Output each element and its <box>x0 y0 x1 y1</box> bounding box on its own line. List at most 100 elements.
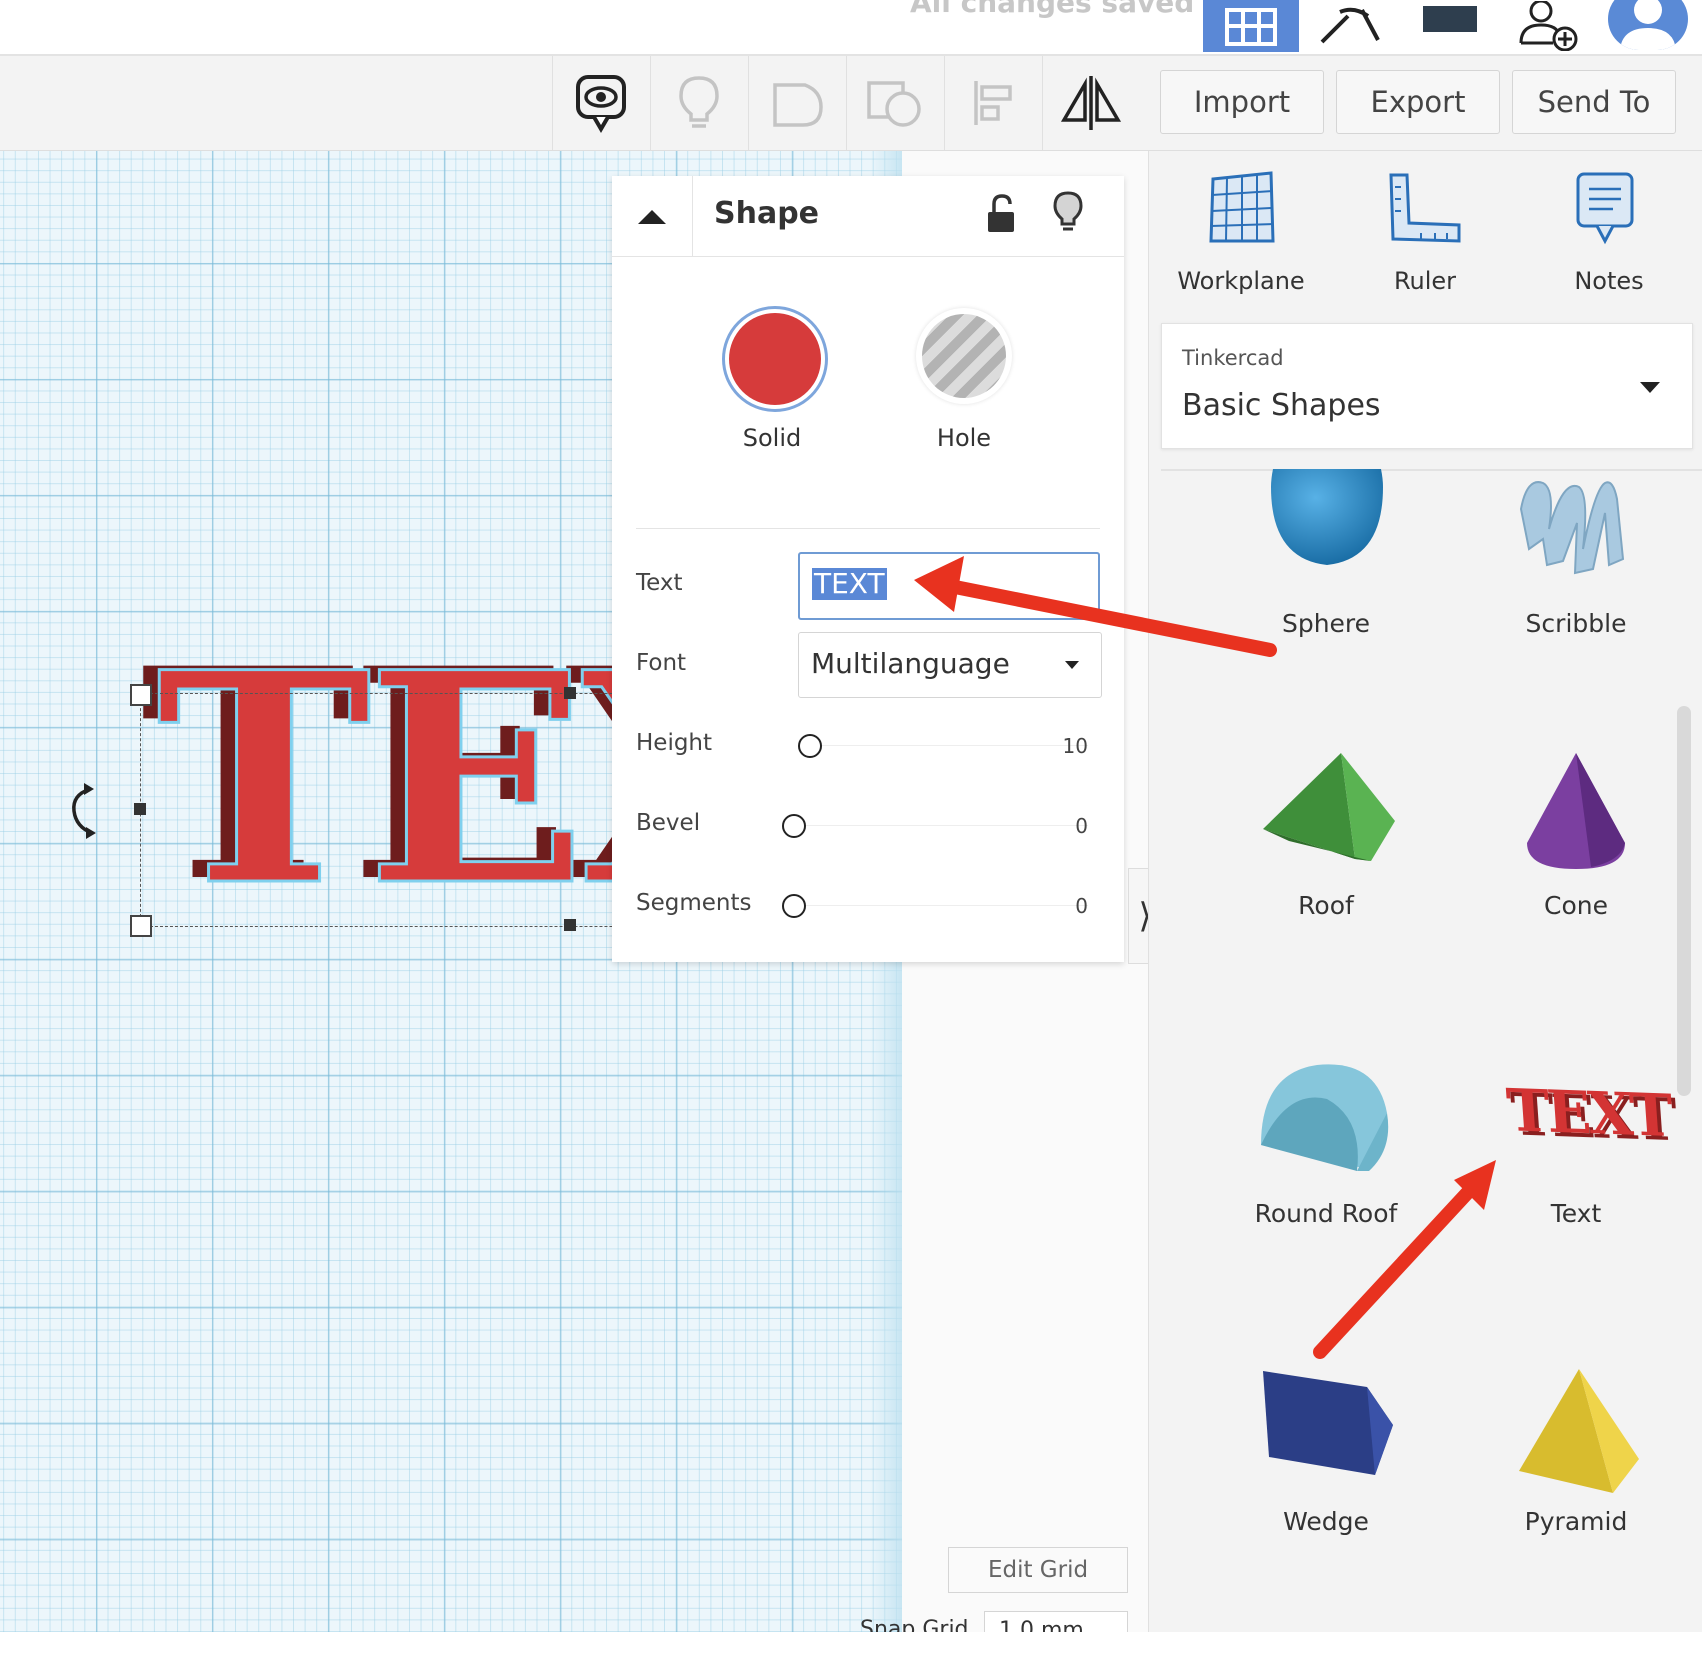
caret-down-icon <box>1065 661 1079 669</box>
shape-roof[interactable]: Roof <box>1201 751 1451 1051</box>
notes-visibility-button[interactable] <box>552 56 649 150</box>
shape-library-select[interactable]: Tinkercad Basic Shapes <box>1161 323 1693 449</box>
hole-swatch-button[interactable] <box>916 308 1012 404</box>
notes-tool[interactable]: Notes <box>1519 171 1699 301</box>
cone-label: Cone <box>1544 891 1608 920</box>
import-button[interactable]: Import <box>1160 70 1324 134</box>
shape-pyramid[interactable]: Pyramid <box>1451 1367 1701 1667</box>
bevel-slider-track[interactable] <box>792 825 1088 826</box>
shapes-scrollbar[interactable] <box>1677 706 1691 1096</box>
mirror-button[interactable] <box>1042 56 1139 150</box>
shape-wedge[interactable]: Wedge <box>1201 1367 1451 1667</box>
resize-handle-top-mid[interactable] <box>564 687 576 699</box>
collapse-panel-button[interactable] <box>612 176 693 256</box>
3d-view-button[interactable] <box>1203 0 1299 52</box>
height-value: 10 <box>1062 734 1088 758</box>
sphere-label: Sphere <box>1281 609 1371 638</box>
ruler-tool[interactable]: Ruler <box>1335 171 1515 301</box>
send-to-button[interactable]: Send To <box>1512 70 1676 134</box>
shape-scribble[interactable]: Scribble <box>1451 469 1701 769</box>
library-category: Tinkercad <box>1182 346 1284 370</box>
segments-slider-track[interactable] <box>792 905 1088 906</box>
bricks-button[interactable] <box>1402 0 1498 52</box>
lock-icon[interactable] <box>986 194 1016 234</box>
snap-grid-value: 1.0 mm <box>999 1618 1084 1632</box>
note-icon <box>1576 172 1634 245</box>
font-select[interactable]: Multilanguage <box>798 632 1102 698</box>
save-status: All changes saved <box>910 0 1195 19</box>
round-roof-label: Round Roof <box>1254 1199 1398 1228</box>
shape-cone[interactable]: Cone <box>1451 751 1701 1051</box>
text-property-label: Text <box>636 570 683 596</box>
edit-grid-button[interactable]: Edit Grid <box>948 1547 1128 1593</box>
shape-sphere[interactable]: Sphere <box>1201 469 1451 769</box>
shape-text[interactable]: TEXT TEXT Text <box>1451 1059 1701 1359</box>
add-user-icon <box>1519 1 1578 51</box>
invite-user-button[interactable] <box>1500 0 1596 52</box>
font-select-value: Multilanguage <box>811 647 1010 680</box>
text-shape-thumbnail: TEXT TEXT <box>1504 1075 1676 1162</box>
shape-panel-header: Shape <box>612 176 1124 257</box>
brick-icon <box>1423 6 1477 32</box>
scribble-icon <box>1519 481 1625 575</box>
blocks-button[interactable] <box>1302 0 1398 52</box>
wedge-icon <box>1263 1371 1393 1475</box>
grid-icon <box>1225 8 1277 46</box>
snap-grid-select[interactable]: 1.0 mm <box>984 1611 1128 1632</box>
cone-icon <box>1527 753 1625 869</box>
eye-bubble-icon <box>576 75 626 133</box>
user-avatar[interactable] <box>1608 0 1688 50</box>
height-slider-knob[interactable] <box>798 734 822 758</box>
solid-color-swatch <box>729 313 821 405</box>
height-slider-track[interactable] <box>808 745 1088 746</box>
export-button[interactable]: Export <box>1336 70 1500 134</box>
text-label: Text <box>1550 1199 1602 1228</box>
text-input-value: TEXT <box>812 567 887 600</box>
caret-down-icon <box>1640 382 1660 393</box>
edit-toolbar: Import Export Send To <box>0 56 1702 151</box>
top-bar: All changes saved <box>0 0 1702 56</box>
height-property-label: Height <box>636 730 713 756</box>
pyramid-icon <box>1519 1369 1639 1493</box>
lightbulb-icon[interactable] <box>1052 190 1084 234</box>
pickaxe-icon <box>1320 7 1380 44</box>
group-shape-icon <box>773 83 823 127</box>
workplane-icon <box>1209 171 1275 243</box>
workplane-tool[interactable]: Workplane <box>1151 171 1331 301</box>
resize-handle-left-mid[interactable] <box>134 803 146 815</box>
ruler-label: Ruler <box>1393 267 1457 295</box>
group-button[interactable] <box>748 56 845 150</box>
resize-handle-top-left[interactable] <box>130 684 152 706</box>
font-property-label: Font <box>636 650 687 676</box>
snap-grid-label: Snap Grid <box>860 1617 969 1632</box>
ruler-icon <box>1389 173 1461 243</box>
shape-round-roof[interactable]: Round Roof <box>1201 1059 1451 1359</box>
panel-divider <box>636 528 1100 529</box>
resize-handle-bottom-left[interactable] <box>130 915 152 937</box>
text-thumb-face: TEXT <box>1504 1075 1673 1151</box>
solid-swatch-button[interactable] <box>722 306 828 412</box>
mirror-icon <box>1060 76 1122 130</box>
rotate-handle-icon[interactable] <box>66 783 106 839</box>
segments-property-label: Segments <box>636 890 752 916</box>
text-input[interactable]: TEXT <box>798 552 1100 620</box>
hole-pattern-swatch <box>922 314 1006 398</box>
shape-inspector-panel: Shape Solid Hole Text TEXT Font Multilan… <box>612 176 1124 962</box>
align-button[interactable] <box>944 56 1041 150</box>
notes-label: Notes <box>1574 267 1644 295</box>
bevel-property-label: Bevel <box>636 810 701 836</box>
resize-handle-bottom-mid[interactable] <box>564 919 576 931</box>
bulb-button[interactable] <box>650 56 747 150</box>
segments-slider-knob[interactable] <box>782 894 806 918</box>
bevel-slider-knob[interactable] <box>782 814 806 838</box>
round-roof-icon <box>1261 1064 1389 1171</box>
user-icon <box>1620 0 1676 50</box>
shape-panel-title: Shape <box>714 196 820 231</box>
shapes-sidebar: Workplane Ruler Notes Tinkercad Basic Sh… <box>1148 151 1702 1632</box>
roof-label: Roof <box>1298 891 1354 920</box>
ungroup-button[interactable] <box>846 56 943 150</box>
roof-icon <box>1263 753 1395 861</box>
library-name: Basic Shapes <box>1182 388 1381 423</box>
pyramid-label: Pyramid <box>1524 1507 1628 1536</box>
scribble-label: Scribble <box>1525 609 1627 638</box>
